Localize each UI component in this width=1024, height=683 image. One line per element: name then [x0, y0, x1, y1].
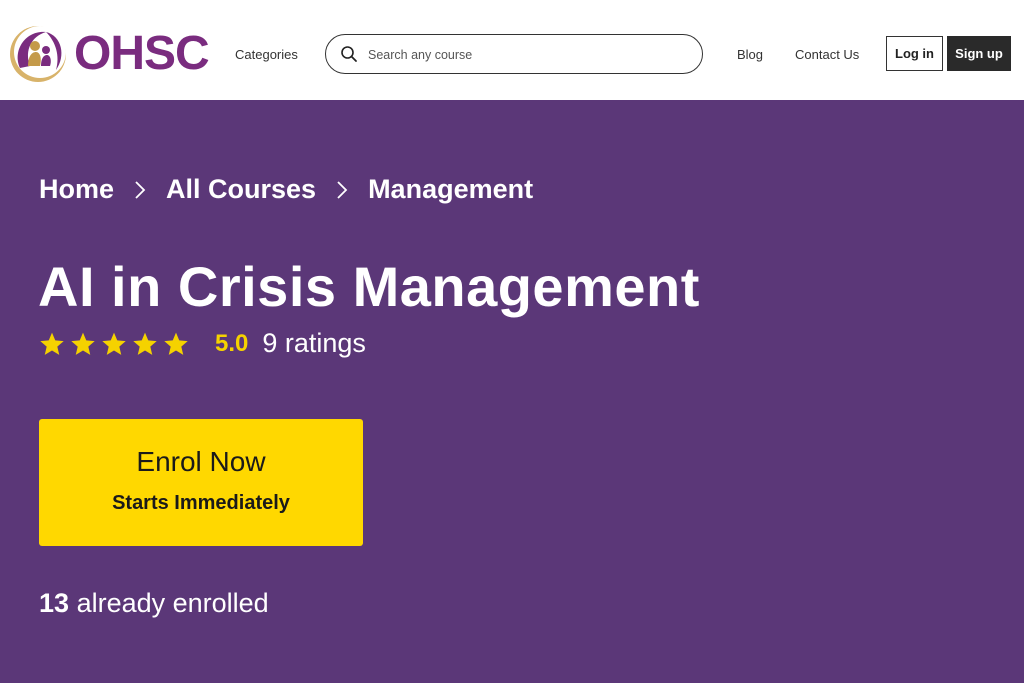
signup-button[interactable]: Sign up — [947, 36, 1011, 71]
search-input[interactable] — [368, 43, 688, 67]
chevron-right-icon — [135, 180, 146, 199]
ohsc-logo[interactable]: OHSC — [6, 22, 210, 86]
enrol-now-button[interactable]: Enrol Now Starts Immediately — [39, 419, 363, 546]
logo-text: OHSC — [74, 27, 210, 80]
search-icon — [341, 46, 357, 62]
search-bar[interactable] — [325, 34, 703, 74]
enrol-button-sublabel: Starts Immediately — [112, 492, 290, 514]
enrol-button-label: Enrol Now — [136, 446, 266, 477]
star-icon — [164, 332, 188, 355]
enrolled-count-text: 13 already enrolled — [39, 588, 269, 619]
chevron-right-icon — [337, 180, 348, 199]
nav-blog-link[interactable]: Blog — [737, 47, 763, 62]
star-icon — [133, 332, 157, 355]
page-title: AI in Crisis Management — [38, 255, 700, 318]
breadcrumb: Home All Courses Management — [39, 174, 533, 205]
course-rating: 5.0 9 ratings — [39, 328, 366, 359]
breadcrumb-all-courses[interactable]: All Courses — [166, 174, 316, 205]
rating-count[interactable]: 9 ratings — [262, 328, 366, 359]
logo-emblem-icon — [10, 26, 66, 82]
enrolled-count: 13 — [39, 588, 70, 618]
breadcrumb-management[interactable]: Management — [368, 174, 533, 205]
enrolled-label: already enrolled — [76, 588, 269, 618]
top-navbar: OHSC Categories Blog Contact Us Log in S… — [0, 0, 1024, 100]
nav-contact-link[interactable]: Contact Us — [795, 47, 859, 62]
login-button[interactable]: Log in — [886, 36, 943, 71]
rating-stars — [39, 331, 189, 357]
nav-categories-link[interactable]: Categories — [235, 47, 298, 62]
star-icon — [71, 332, 95, 355]
breadcrumb-home[interactable]: Home — [39, 174, 114, 205]
star-icon — [40, 332, 64, 355]
rating-value: 5.0 — [215, 329, 249, 357]
star-icon — [102, 332, 126, 355]
